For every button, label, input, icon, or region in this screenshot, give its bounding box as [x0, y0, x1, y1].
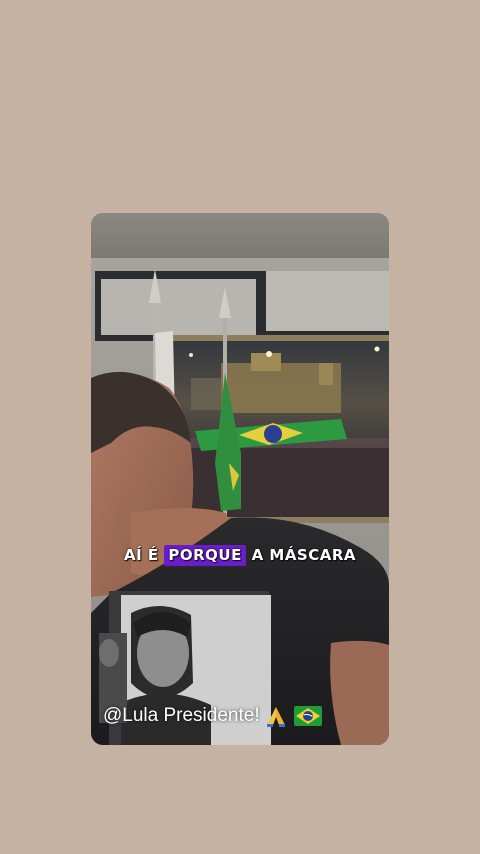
story-video[interactable]: AÍ É PORQUE A MÁSCARA @Lula Presidente! [91, 213, 389, 745]
story-caption: @Lula Presidente! [103, 705, 322, 727]
video-frame-image [91, 213, 389, 745]
subtitle-text-before: AÍ É [123, 546, 165, 564]
caption-text: @Lula Presidente! [103, 705, 260, 726]
subtitle-text-after: A MÁSCARA [245, 546, 357, 564]
subtitle-highlighted-word: PORQUE [164, 545, 246, 566]
story-screen: AÍ É PORQUE A MÁSCARA @Lula Presidente! [0, 0, 480, 854]
brazil-flag-icon [293, 706, 322, 726]
video-subtitle: AÍ É PORQUE A MÁSCARA [91, 545, 389, 566]
folded-hands-icon [266, 707, 285, 727]
